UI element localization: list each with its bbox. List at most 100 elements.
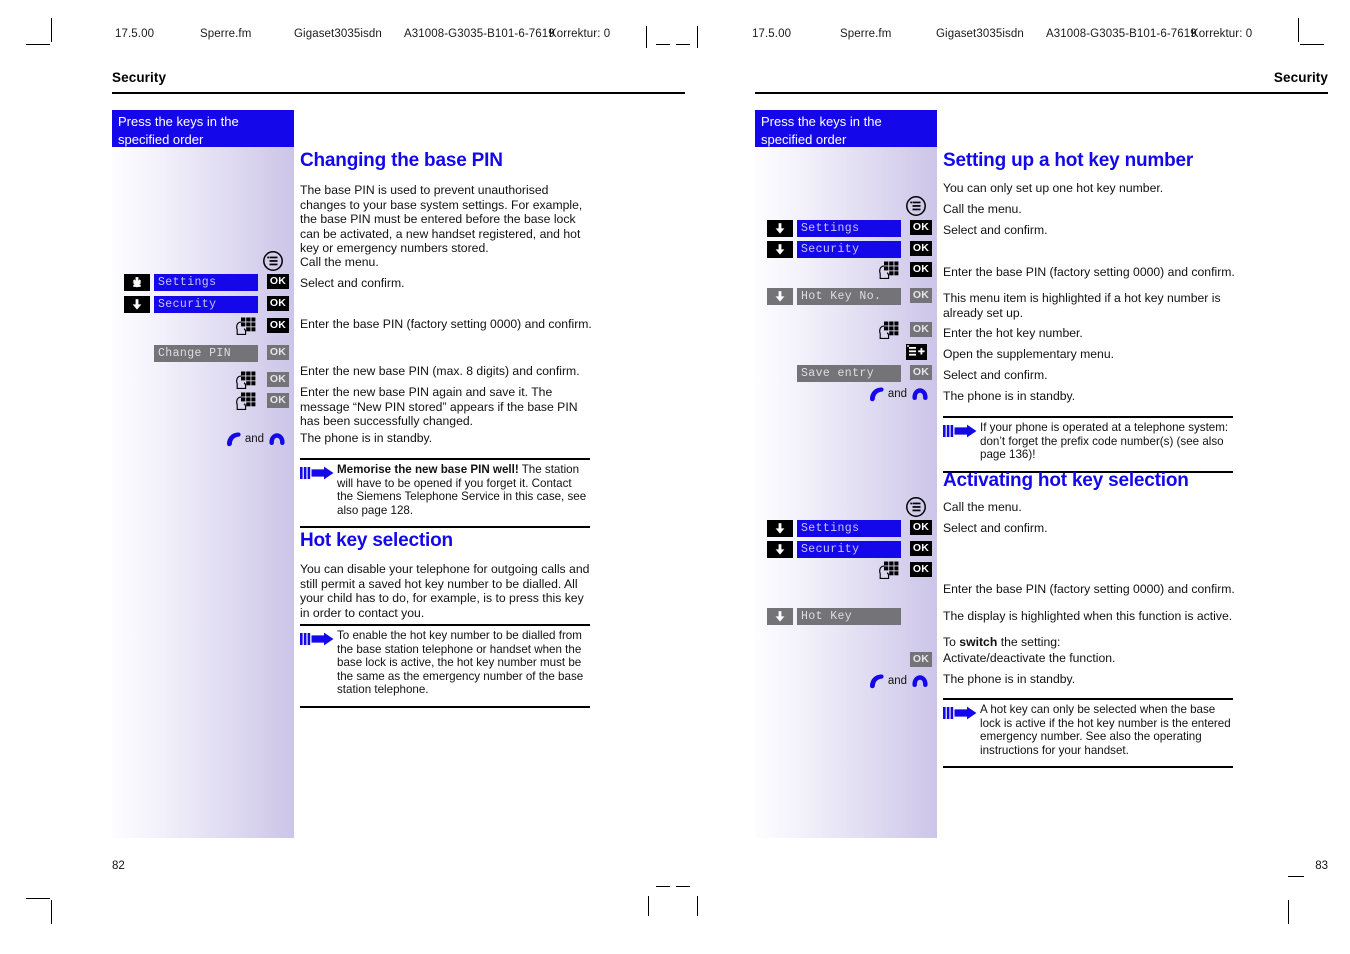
note-text-hot-key-emergency: To enable the hot key number to be diall… xyxy=(337,629,584,697)
keypad-icon[interactable] xyxy=(877,561,899,580)
onhook-icon[interactable] xyxy=(909,386,931,402)
down-arrow-icon[interactable] xyxy=(767,241,793,258)
onhook-icon[interactable] xyxy=(266,431,288,447)
key-step-enter-base-pin[interactable]: OK xyxy=(112,317,294,336)
supplementary-menu-icon[interactable] xyxy=(906,344,927,360)
key-column-header-line2: specified order xyxy=(118,131,204,147)
display-label-security: Security xyxy=(154,296,258,313)
key-step-enter-base-pin-a[interactable]: OK xyxy=(755,261,937,280)
key-step-save-entry[interactable]: Save entry OK xyxy=(755,365,937,382)
key-step-security-a[interactable]: Security OK xyxy=(755,241,937,258)
keypad-icon[interactable] xyxy=(234,392,256,411)
offhook-icon[interactable] xyxy=(866,385,886,403)
key-step-security-b[interactable]: Security OK xyxy=(755,541,937,558)
ok-key-settings[interactable]: OK xyxy=(910,220,932,235)
key-step-standby-b[interactable]: and xyxy=(755,672,937,692)
paragraph-select-and-confirm: Select and confirm. xyxy=(300,276,405,290)
ok-key-settings[interactable]: OK xyxy=(267,274,289,289)
paragraph-call-the-menu-b: Call the menu. xyxy=(943,500,1022,514)
menu-icon[interactable] xyxy=(262,250,284,272)
keypad-icon[interactable] xyxy=(877,321,899,340)
ok-key-base-pin[interactable]: OK xyxy=(267,318,289,333)
note-arrow-icon xyxy=(943,706,977,720)
keypad-icon[interactable] xyxy=(234,317,256,336)
ok-key-security[interactable]: OK xyxy=(910,241,932,256)
display-label-save-entry: Save entry xyxy=(797,365,901,382)
key-step-call-menu-b[interactable] xyxy=(755,496,937,518)
section-heading-setting-up-hot-key: Setting up a hot key number xyxy=(943,150,1194,171)
down-arrow-icon[interactable] xyxy=(124,274,150,291)
key-step-toggle-function[interactable]: OK xyxy=(755,652,937,669)
note-rule-top xyxy=(943,416,1233,418)
crop-mark-bl-v xyxy=(51,900,52,924)
running-head-rule-right xyxy=(755,92,1328,94)
crop-mark-tl-h xyxy=(26,44,50,45)
switch-bold: switch xyxy=(959,635,998,649)
key-step-hot-key-no[interactable]: Hot Key No. OK xyxy=(755,288,937,305)
key-step-security[interactable]: Security OK xyxy=(112,296,294,313)
paragraph-to-switch-the-setting: To switch the setting: xyxy=(943,635,1235,650)
key-column-header-line1: Press the keys in the xyxy=(118,114,239,129)
key-step-settings[interactable]: Settings OK xyxy=(112,274,294,291)
paragraph-open-supplementary-menu: Open the supplementary menu. xyxy=(943,347,1115,361)
ok-key-base-pin[interactable]: OK xyxy=(910,562,932,577)
section-heading-activating-hot-key: Activating hot key selection xyxy=(943,470,1189,491)
down-arrow-icon[interactable] xyxy=(767,520,793,537)
down-arrow-icon[interactable] xyxy=(767,541,793,558)
note-rule-bottom xyxy=(300,706,590,708)
menu-icon[interactable] xyxy=(905,496,927,518)
ok-key-new-pin[interactable]: OK xyxy=(267,372,289,387)
note-rule-bottom xyxy=(300,526,590,528)
key-column-header-line2: specified order xyxy=(761,131,847,147)
key-step-settings-a[interactable]: Settings OK xyxy=(755,220,937,237)
key-step-call-menu-a[interactable] xyxy=(755,195,937,217)
key-step-standby-a[interactable]: and xyxy=(755,385,937,405)
note-bold-memorise: Memorise the new base PIN well! xyxy=(337,463,519,476)
paragraph-hot-key-intro: You can only set up one hot key number. xyxy=(943,181,1164,195)
key-sequence-column-right: Press the keys in the specified order Se… xyxy=(755,110,937,838)
key-step-change-pin[interactable]: Change PIN OK xyxy=(112,345,294,362)
paragraph-hot-key-intro: You can disable your telephone for outgo… xyxy=(300,562,590,620)
paragraph-enter-hot-key-number: Enter the hot key number. xyxy=(943,326,1083,340)
paragraph-select-and-confirm: Select and confirm. xyxy=(943,223,1048,237)
display-label-security: Security xyxy=(797,241,901,258)
ok-key-change-pin[interactable]: OK xyxy=(267,345,289,360)
down-arrow-icon[interactable] xyxy=(767,288,793,305)
running-head-rule-left xyxy=(112,92,685,94)
keypad-icon[interactable] xyxy=(234,371,256,390)
key-step-enter-hot-key-number[interactable]: OK xyxy=(755,321,937,340)
key-step-standby[interactable]: and xyxy=(112,430,294,450)
note-arrow-icon xyxy=(300,632,334,646)
page-right: Security 83 Press the keys in the specif… xyxy=(740,0,1336,954)
display-label-security: Security xyxy=(797,541,901,558)
ok-key-save-pin[interactable]: OK xyxy=(267,393,289,408)
down-arrow-icon[interactable] xyxy=(124,296,150,313)
key-step-hot-key[interactable]: Hot Key xyxy=(755,608,937,625)
key-step-supplementary-menu[interactable] xyxy=(755,344,937,361)
key-step-enter-base-pin-b[interactable]: OK xyxy=(755,561,937,580)
ok-key-toggle-function[interactable]: OK xyxy=(910,652,932,667)
ok-key-security[interactable]: OK xyxy=(910,541,932,556)
offhook-icon[interactable] xyxy=(223,430,243,448)
paragraph-enter-base-pin-b: Enter the base PIN (factory setting 0000… xyxy=(943,582,1235,596)
paragraph-enter-new-base-pin-again: Enter the new base PIN again and save it… xyxy=(300,385,578,429)
ok-key-security[interactable]: OK xyxy=(267,296,289,311)
and-label: and xyxy=(887,675,907,687)
key-step-settings-b[interactable]: Settings OK xyxy=(755,520,937,537)
menu-icon[interactable] xyxy=(905,195,927,217)
onhook-icon[interactable] xyxy=(909,673,931,689)
ok-key-hot-key-no[interactable]: OK xyxy=(910,288,932,303)
down-arrow-icon[interactable] xyxy=(767,608,793,625)
ok-key-hot-key-number[interactable]: OK xyxy=(910,322,932,337)
keypad-icon[interactable] xyxy=(877,261,899,280)
down-arrow-icon[interactable] xyxy=(767,220,793,237)
ok-key-save-entry[interactable]: OK xyxy=(910,365,932,380)
key-step-call-menu[interactable] xyxy=(112,250,294,272)
ok-key-base-pin[interactable]: OK xyxy=(910,262,932,277)
folio-right: 83 xyxy=(1315,860,1328,872)
offhook-icon[interactable] xyxy=(866,672,886,690)
ok-key-settings[interactable]: OK xyxy=(910,520,932,535)
note-rule-bottom xyxy=(943,766,1233,768)
key-step-enter-new-pin[interactable]: OK xyxy=(112,371,294,390)
key-step-repeat-new-pin[interactable]: OK xyxy=(112,392,294,411)
